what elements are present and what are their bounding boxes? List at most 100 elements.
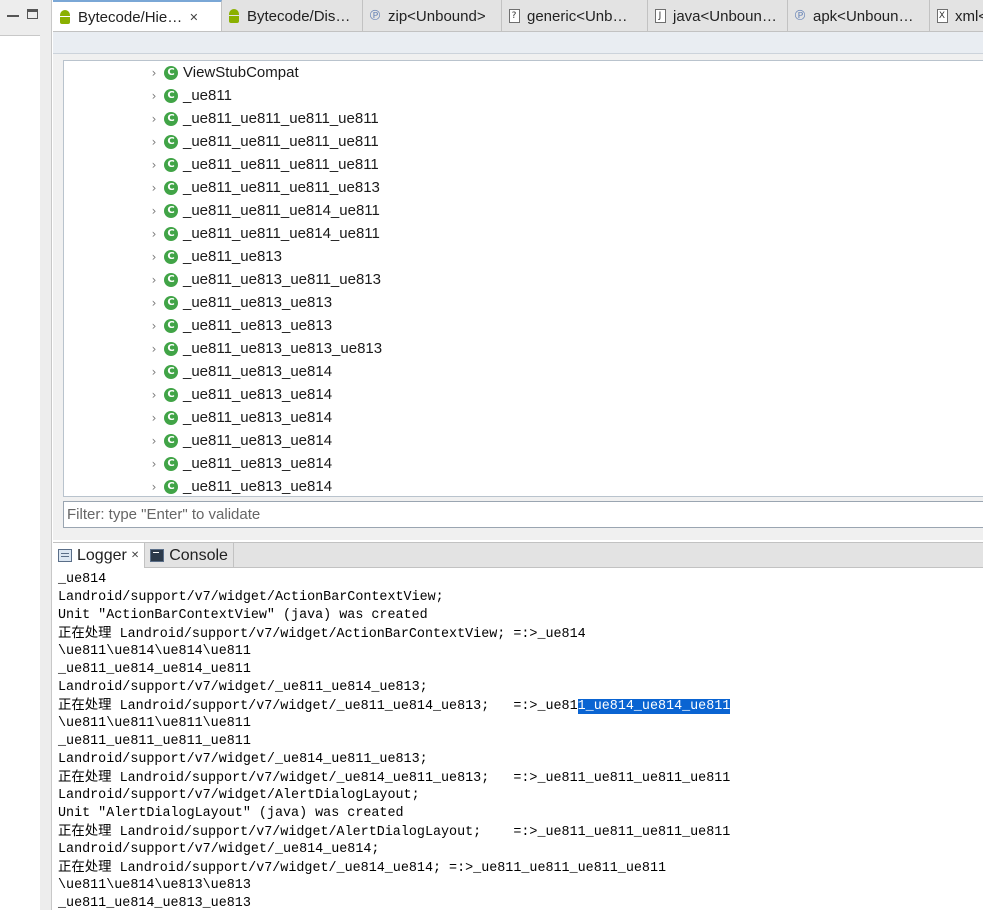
log-line: \ue811\ue814\ue814\ue811	[58, 643, 251, 661]
editor-tab-2[interactable]: Bytecode/Dis…	[222, 0, 363, 31]
tree-item-label: _ue811_ue813	[183, 248, 282, 265]
editor-tab-1[interactable]: Bytecode/Hie… ✕	[53, 0, 222, 31]
tree-item[interactable]: › C _ue811_ue813_ue814	[64, 430, 983, 453]
log-line-text: Landroid/support/v7/widget/AlertDialogLa…	[111, 825, 731, 840]
class-icon: C	[164, 227, 178, 241]
log-line: Landroid/support/v7/widget/ActionBarCont…	[58, 589, 444, 607]
editor-tab-label: xml<	[955, 7, 983, 25]
expand-chevron-icon[interactable]: ›	[147, 112, 161, 126]
log-line: Unit "AlertDialogLayout" (java) was crea…	[58, 805, 404, 823]
log-line-text: _ue814	[58, 572, 107, 587]
log-line-text: _ue811_ue814_ue814_ue811	[58, 662, 251, 677]
tree-item[interactable]: › C _ue811_ue813_ue813_ue813	[64, 338, 983, 361]
class-icon: C	[164, 388, 178, 402]
selected-text[interactable]: 1_ue814_ue814_ue811	[577, 699, 731, 714]
tree-item[interactable]: › C _ue811_ue813_ue813	[64, 315, 983, 338]
console-icon	[150, 549, 165, 562]
expand-chevron-icon[interactable]: ›	[147, 319, 161, 333]
class-icon: C	[164, 273, 178, 287]
expand-chevron-icon[interactable]: ›	[147, 89, 161, 103]
class-icon: C	[164, 296, 178, 310]
tree-item[interactable]: › C _ue811_ue811_ue811_ue811	[64, 131, 983, 154]
editor-tab-6[interactable]: ℗ apk<Unboun…	[788, 0, 930, 31]
class-icon: C	[164, 158, 178, 172]
class-icon: C	[164, 365, 178, 379]
expand-chevron-icon[interactable]: ›	[147, 365, 161, 379]
doc-j-icon: J	[652, 8, 668, 24]
expand-chevron-icon[interactable]: ›	[147, 227, 161, 241]
tree-item-label: _ue811_ue813_ue814	[183, 409, 333, 426]
class-hierarchy-tree[interactable]: › C ViewStubCompat › C _ue811 › C _ue811_ue811_u…	[63, 60, 983, 497]
left-view-pane	[0, 0, 52, 910]
editor-toolbar	[53, 32, 983, 54]
tree-item-label: _ue811_ue813_ue813_ue813	[183, 340, 383, 357]
expand-chevron-icon[interactable]: ›	[147, 158, 161, 172]
tree-item[interactable]: › C _ue811_ue811_ue811_ue811	[64, 108, 983, 131]
tree-item[interactable]: › C _ue811_ue813_ue814	[64, 384, 983, 407]
tree-item[interactable]: › C _ue811_ue813_ue814	[64, 361, 983, 384]
log-tab-logger[interactable]: Logger ✕	[53, 543, 146, 568]
tree-item[interactable]: › C _ue811_ue813_ue813	[64, 292, 983, 315]
tree-item-label: _ue811_ue813_ue813	[183, 294, 333, 311]
log-tab-console[interactable]: Console	[145, 543, 234, 568]
android-icon	[57, 9, 73, 25]
tree-item[interactable]: › C ViewStubCompat	[64, 62, 983, 85]
tree-item[interactable]: › C _ue811	[64, 85, 983, 108]
log-line-text: Landroid/support/v7/widget/ActionBarCont…	[58, 590, 444, 605]
expand-chevron-icon[interactable]: ›	[147, 342, 161, 356]
editor-tab-7[interactable]: Xxml<	[930, 0, 983, 31]
maximize-icon[interactable]	[27, 9, 38, 19]
expand-chevron-icon[interactable]: ›	[147, 66, 161, 80]
filter-input[interactable]: Filter: type "Enter" to validate	[63, 501, 983, 528]
p-icon: ℗	[368, 8, 382, 24]
expand-chevron-icon[interactable]: ›	[147, 296, 161, 310]
tree-item[interactable]: › C _ue811_ue813	[64, 246, 983, 269]
tree-item-label: _ue811_ue813_ue814	[183, 363, 333, 380]
logger-output[interactable]: _ue814 Landroid/support/v7/widget/ActionB…	[53, 568, 983, 910]
expand-chevron-icon[interactable]: ›	[147, 411, 161, 425]
expand-chevron-icon[interactable]: ›	[147, 181, 161, 195]
minimize-icon[interactable]	[7, 15, 19, 17]
expand-chevron-icon[interactable]: ›	[147, 135, 161, 149]
class-icon: C	[164, 204, 178, 218]
close-tab-icon[interactable]: ✕	[189, 11, 198, 24]
tree-item[interactable]: › C _ue811_ue813_ue814	[64, 476, 983, 496]
expand-chevron-icon[interactable]: ›	[147, 434, 161, 448]
log-line: 正在处理 Landroid/support/v7/widget/_ue814_u…	[58, 859, 666, 877]
expand-chevron-icon[interactable]: ›	[147, 480, 161, 494]
editor-tab-5[interactable]: Jjava<Unboun…	[648, 0, 788, 31]
expand-chevron-icon[interactable]: ›	[147, 204, 161, 218]
log-line: Landroid/support/v7/widget/_ue814_ue811_…	[58, 751, 428, 769]
tree-item-label: _ue811_ue813_ue814	[183, 432, 333, 449]
tree-item[interactable]: › C _ue811_ue813_ue811_ue813	[64, 269, 983, 292]
expand-chevron-icon[interactable]: ›	[147, 388, 161, 402]
log-line-text: Landroid/support/v7/widget/_ue811_ue814_…	[111, 699, 578, 714]
editor-tab-label: Bytecode/Dis…	[247, 7, 351, 25]
tree-item-label: _ue811_ue811_ue814_ue811	[183, 202, 380, 219]
tree-item-label: _ue811_ue811_ue811_ue811	[183, 156, 379, 173]
tree-item[interactable]: › C _ue811_ue811_ue814_ue811	[64, 200, 983, 223]
class-icon: C	[164, 411, 178, 425]
tree-item[interactable]: › C _ue811_ue811_ue811_ue813	[64, 177, 983, 200]
tree-item[interactable]: › C _ue811_ue811_ue814_ue811	[64, 223, 983, 246]
tree-item[interactable]: › C _ue811_ue811_ue811_ue811	[64, 154, 983, 177]
p-icon: ℗	[793, 8, 807, 24]
expand-chevron-icon[interactable]: ›	[147, 250, 161, 264]
log-line-prefix: 正在处理	[58, 770, 112, 785]
log-line: 正在处理 Landroid/support/v7/widget/_ue814_u…	[58, 769, 730, 787]
log-line-prefix: 正在处理	[58, 860, 112, 875]
tree-item[interactable]: › C _ue811_ue813_ue814	[64, 407, 983, 430]
editor-tab-label: Bytecode/Hie…	[78, 8, 183, 26]
log-tab-bar: Logger ✕ Console	[53, 542, 983, 568]
editor-tab-3[interactable]: ℗ zip<Unbound>	[363, 0, 502, 31]
class-icon: C	[164, 480, 178, 494]
tree-item[interactable]: › C _ue811_ue813_ue814	[64, 453, 983, 476]
close-tab-icon[interactable]: ✕	[131, 550, 139, 561]
expand-chevron-icon[interactable]: ›	[147, 457, 161, 471]
log-line-text: \ue811\ue814\ue814\ue811	[58, 644, 251, 659]
expand-chevron-icon[interactable]: ›	[147, 273, 161, 287]
log-line-prefix: 正在处理	[58, 824, 112, 839]
editor-tab-label: java<Unboun…	[673, 7, 777, 25]
editor-tab-4[interactable]: ? generic<Unb…	[502, 0, 648, 31]
log-line-text: Landroid/support/v7/widget/AlertDialogLa…	[58, 788, 420, 803]
